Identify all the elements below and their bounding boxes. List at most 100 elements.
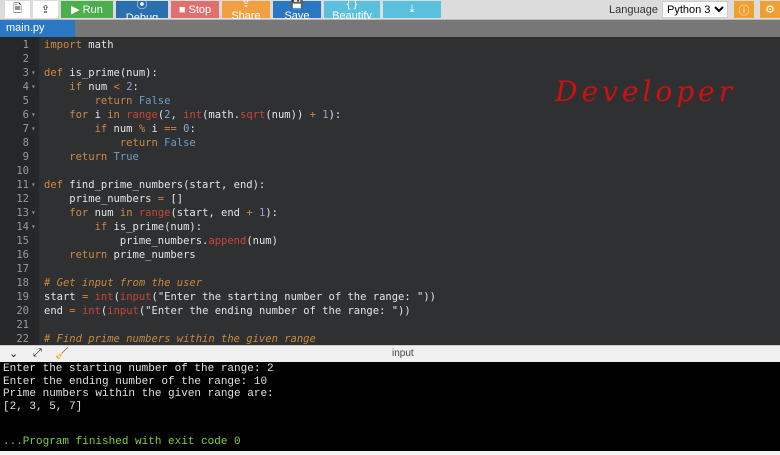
fold-icon[interactable]: ▾ [31,122,36,136]
line-number: 2 [22,53,29,65]
code-token: ): [265,207,278,219]
run-button[interactable]: ▶ Run [61,1,113,18]
code-line: 19 start = int(input("Enter the starting … [0,290,780,304]
code-line: 21 [0,318,780,332]
code-token: : [189,123,196,135]
code-token: [] [164,193,184,205]
line-number: 4 [22,81,29,93]
code-token: end [44,305,70,317]
code-token: # Get input from the user [44,277,203,289]
upload-icon[interactable]: ⇪ [33,1,58,18]
expand-icon[interactable]: ⤢ [33,347,42,360]
code-token: input [107,305,139,317]
line-number: 7 [22,123,29,135]
input-label: input [392,348,414,359]
line-number: 14 [16,221,29,233]
share-button[interactable]: ⇪ Share [222,0,270,22]
code-token: int [183,109,203,121]
code-token: if [44,221,108,233]
tab-bar: main.py [0,19,780,37]
code-editor[interactable]: 1 import math 2 3 ▾ def is_prime(num): 4 ▾ if n… [0,37,780,345]
exit-message: ...Program finished with exit code 0 [3,436,241,448]
code-token: is_prime(num): [62,67,158,79]
new-file-icon[interactable]: 🗎 [5,1,30,18]
gear-icon[interactable]: ⚙ [760,1,780,18]
code-text: import math [44,38,114,52]
fold-icon[interactable]: ▾ [31,220,36,234]
code-token: def [44,179,63,191]
code-token: for [44,207,89,219]
line-number: 13 [16,207,29,219]
language-selector: Language Python 3 ⓘ ⚙ [609,1,780,18]
code-token: (start, end [170,207,247,219]
code-token: append [208,235,247,247]
clear-icon[interactable]: 🧹 [55,347,69,360]
debug-button[interactable]: ⦿ Debug [116,0,168,24]
fold-icon[interactable]: ▾ [31,178,36,192]
fold-icon[interactable]: ▾ [31,108,36,122]
io-divider[interactable]: ⌄ ⤢ 🧹 input [0,345,780,362]
line-number: 21 [16,319,29,331]
code-token: , [170,109,184,121]
code-token: return [44,95,133,107]
code-token: in [119,207,133,219]
code-token: return [44,249,108,261]
code-token: : [132,81,139,93]
stop-button[interactable]: ■ Stop [171,1,219,18]
code-token: def [44,67,63,79]
code-text: if is_prime(num): [44,220,202,234]
console-line: Prime numbers within the given range are… [3,388,274,401]
info-icon[interactable]: ⓘ [734,1,754,18]
line-number: 16 [16,249,29,261]
console-output[interactable]: Enter the starting number of the range: … [0,362,780,451]
code-text: return False [44,136,196,150]
fold-icon[interactable]: ▾ [31,66,36,80]
code-token: (math. [202,109,241,121]
beautify-button[interactable]: { } Beautify [324,0,380,22]
code-token: ("Enter the starting number of the range… [151,291,436,303]
code-text: prime_numbers.append(num) [44,234,278,248]
code-line: 12 prime_numbers = [] [0,192,780,206]
fold-icon[interactable]: ▾ [31,206,36,220]
line-number: 5 [22,95,29,107]
code-token: i [88,109,108,121]
code-line: 14 ▾ if is_prime(num): [0,220,780,234]
console-line: Enter the ending number of the range: 10 [3,375,268,388]
code-text: def find_prime_numbers(start, end): [44,178,265,192]
code-token: prime_numbers [107,249,196,261]
code-token: return [44,151,108,163]
code-text: for num in range(start, end + 1): [44,206,278,220]
code-text: if num < 2: [44,80,139,94]
code-token: math [81,39,114,51]
fold-icon[interactable]: ▾ [31,80,36,94]
code-token: (num)) [265,109,310,121]
code-token: sqrt [240,109,266,121]
code-token: ): [328,109,342,121]
code-token: range [138,207,171,219]
line-number: 12 [16,193,29,205]
code-line: 22 # Find prime numbers within the given … [0,332,780,345]
code-token: == [164,123,177,135]
code-token: ("Enter the ending number of the range: … [138,305,411,317]
code-line: 16 return prime_numbers [0,248,780,262]
code-line: 20 end = int(input("Enter the ending numb… [0,304,780,318]
download-button[interactable]: ⤓ [383,1,441,18]
code-token: num [88,207,120,219]
chevron-down-icon[interactable]: ⌄ [9,347,18,360]
code-token: is_prime(num): [107,221,203,233]
line-number: 11 [16,179,29,191]
language-label: Language [609,3,658,16]
code-token: num [107,123,139,135]
code-text: def is_prime(num): [44,66,158,80]
language-select[interactable]: Python 3 [662,1,728,18]
code-token: num [81,81,114,93]
code-token: for [44,109,89,121]
line-number: 3 [22,67,29,79]
save-button[interactable]: 💾 Save [273,0,321,22]
code-token: prime_numbers [44,193,158,205]
code-text: for i in range(2, int(math.sqrt(num)) + … [44,108,341,122]
code-token: in [107,109,120,121]
line-number: 22 [16,333,29,345]
code-line: 11 ▾ def find_prime_numbers(start, end): [0,178,780,192]
tab-main-py[interactable]: main.py [0,20,75,37]
